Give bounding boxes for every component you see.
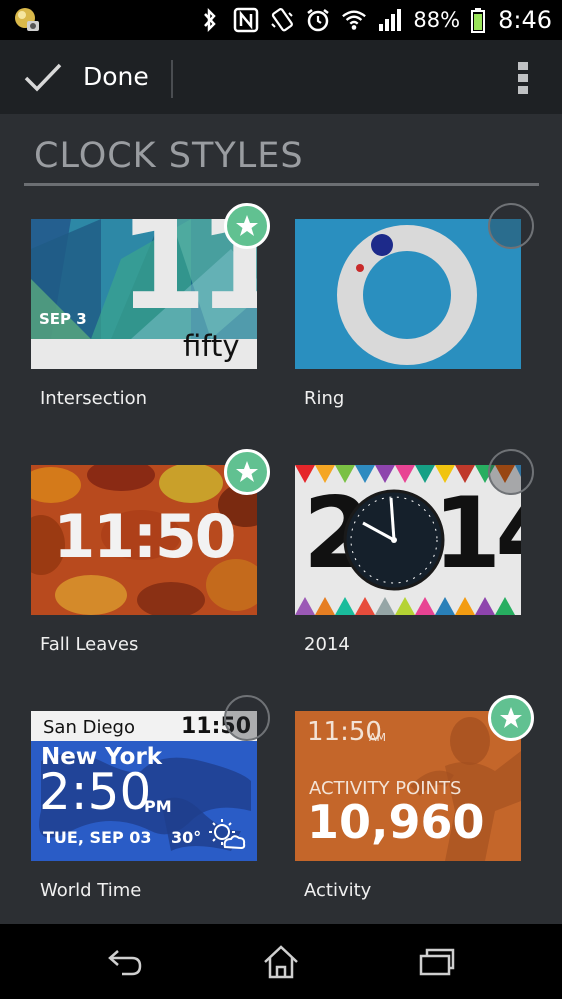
clock-style-label[interactable]: Fall Leaves — [40, 634, 138, 655]
action-bar-divider — [171, 60, 173, 98]
clock-style-intersection-preview[interactable]: 11 SEP 3 fifty — [31, 219, 257, 369]
fall-leaves-time: 11:50 — [53, 502, 237, 572]
notification-icon — [14, 7, 40, 33]
temperature: 30° — [171, 828, 202, 847]
clock-style-fall-leaves-preview[interactable]: 11:50 — [31, 465, 257, 615]
home-icon[interactable] — [251, 942, 311, 982]
section-divider — [24, 183, 539, 186]
remote-time: 2:50 — [39, 763, 152, 821]
vibrate-icon — [269, 7, 295, 33]
intersection-date: SEP 3 — [39, 310, 87, 328]
intersection-minutes: fifty — [183, 329, 240, 363]
unselected-badge[interactable] — [488, 449, 534, 495]
wifi-icon — [341, 7, 367, 33]
world-date: TUE, SEP 03 — [43, 828, 152, 847]
weather-icon — [209, 819, 246, 850]
clock-style-world-time-preview[interactable]: San Diego 11:50 New York 2:50 PM TUE, SE… — [31, 711, 257, 861]
selected-star-badge[interactable] — [488, 695, 534, 741]
local-city: San Diego — [43, 717, 135, 738]
unselected-badge[interactable] — [488, 203, 534, 249]
activity-ampm: AM — [369, 731, 387, 744]
signal-icon — [377, 7, 403, 33]
unselected-badge[interactable] — [224, 695, 270, 741]
status-bar: 88% 8:46 — [0, 0, 562, 40]
clock-style-label[interactable]: Ring — [304, 388, 344, 409]
remote-ampm: PM — [144, 797, 172, 816]
recent-apps-icon[interactable] — [407, 942, 467, 982]
battery-icon — [470, 7, 486, 33]
clock-style-activity-preview[interactable]: 11:50 AM ACTIVITY POINTS 10,960 — [295, 711, 521, 861]
done-label: Done — [83, 62, 149, 91]
clock-style-ring-preview[interactable] — [295, 219, 521, 369]
clock-style-label[interactable]: 2014 — [304, 634, 350, 655]
selected-star-badge[interactable] — [224, 203, 270, 249]
overflow-menu-icon[interactable] — [506, 58, 540, 98]
bluetooth-icon — [197, 7, 223, 33]
clock-style-label[interactable]: World Time — [40, 880, 141, 901]
clock-face-icon — [343, 489, 445, 591]
clock-style-2014-preview[interactable]: 2 14 — [295, 465, 521, 615]
activity-points: 10,960 — [307, 795, 485, 849]
action-bar: Done — [0, 40, 562, 114]
navigation-bar — [0, 924, 562, 999]
status-clock: 8:46 — [498, 6, 552, 34]
done-button[interactable]: Done — [0, 40, 172, 114]
section-title: CLOCK STYLES — [34, 136, 304, 176]
clock-style-label[interactable]: Intersection — [40, 388, 147, 409]
battery-percent: 88% — [413, 8, 461, 32]
alarm-icon — [305, 7, 331, 33]
selected-star-badge[interactable] — [224, 449, 270, 495]
nfc-icon — [233, 7, 259, 33]
back-icon[interactable] — [94, 942, 154, 982]
check-icon — [24, 62, 62, 96]
clock-style-label[interactable]: Activity — [304, 880, 371, 901]
